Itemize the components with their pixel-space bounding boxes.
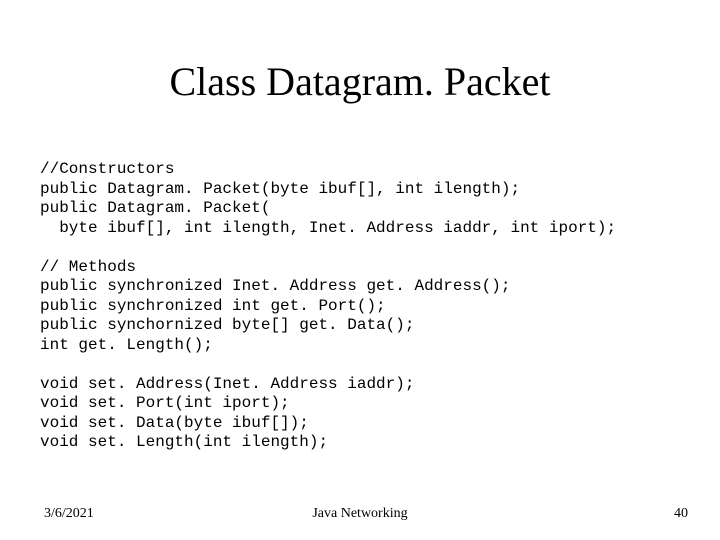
footer-page-number: 40 xyxy=(674,506,688,522)
slide-title: Class Datagram. Packet xyxy=(0,58,720,105)
slide: Class Datagram. Packet //Constructors pu… xyxy=(0,0,720,540)
code-block: //Constructors public Datagram. Packet(b… xyxy=(40,160,700,453)
footer-subject: Java Networking xyxy=(0,506,720,522)
